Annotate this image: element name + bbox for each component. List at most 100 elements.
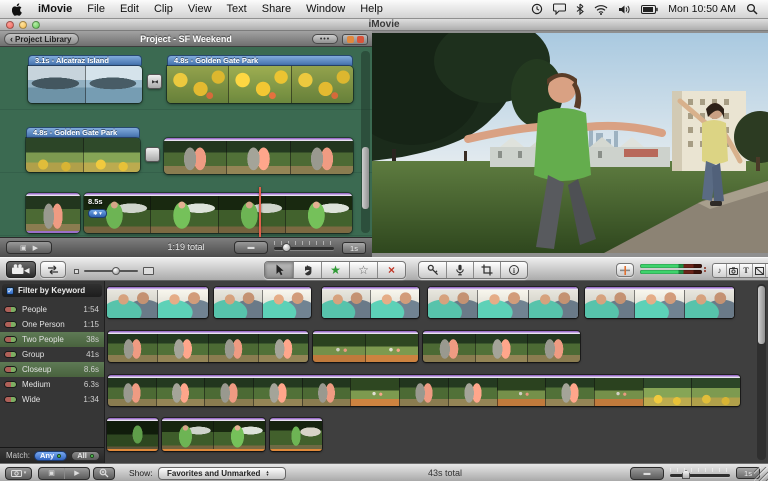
keyword-row-group[interactable]: Group41s: [0, 347, 104, 362]
menu-item-help[interactable]: Help: [360, 3, 383, 15]
reject-button[interactable]: ×: [377, 262, 405, 278]
event-clip[interactable]: [107, 418, 158, 451]
video-frame[interactable]: [372, 33, 768, 253]
event-clip[interactable]: [322, 287, 419, 318]
menu-item-file[interactable]: File: [87, 3, 105, 15]
project-scrollbar[interactable]: [361, 51, 370, 233]
match-all-button[interactable]: All: [71, 451, 100, 461]
menu-item-imovie[interactable]: iMovie: [38, 3, 72, 15]
playback-buttons[interactable]: ▣ ▶: [6, 241, 52, 254]
keyword-row-people[interactable]: People1:54: [0, 302, 104, 317]
filter-header[interactable]: ✓ Filter by Keyword: [2, 284, 102, 297]
select-tool-button[interactable]: [265, 262, 293, 278]
bluetooth-icon[interactable]: [576, 3, 584, 15]
match-any-button[interactable]: Any: [34, 451, 67, 461]
comment-marker-icon[interactable]: [347, 36, 354, 43]
voiceover-button[interactable]: [446, 262, 473, 278]
menu-item-window[interactable]: Window: [306, 3, 345, 15]
timeline-clip[interactable]: 4.8s - Golden Gate Park: [26, 127, 140, 172]
window-titlebar[interactable]: iMovie: [0, 19, 768, 31]
unmark-button[interactable]: ☆: [349, 262, 377, 278]
event-clip[interactable]: [162, 418, 265, 451]
keyword-row-closeup[interactable]: Closeup8.6s: [0, 362, 104, 377]
keyword-row-two-people[interactable]: Two People38s: [0, 332, 104, 347]
filter-checkbox[interactable]: ✓: [6, 287, 14, 295]
transition-icon[interactable]: ▶◀: [147, 74, 162, 89]
keyword-toggle[interactable]: [4, 306, 17, 313]
menu-item-text[interactable]: Text: [227, 3, 247, 15]
keyword-toggle[interactable]: [4, 381, 17, 388]
play-fullscreen-icon[interactable]: ▣: [20, 244, 27, 252]
keyword-toggle[interactable]: [4, 336, 17, 343]
timeline-clip[interactable]: [26, 193, 80, 233]
magnify-button[interactable]: [93, 467, 115, 480]
menu-item-clip[interactable]: Clip: [154, 3, 173, 15]
event-clip[interactable]: [313, 331, 418, 362]
edit-tool-button[interactable]: [293, 262, 321, 278]
menu-item-edit[interactable]: Edit: [120, 3, 139, 15]
volume-icon[interactable]: [618, 4, 631, 15]
keyword-toggle[interactable]: [4, 351, 17, 358]
keyword-row-wide[interactable]: Wide1:34: [0, 392, 104, 407]
marker-display-button[interactable]: ▬: [234, 241, 268, 254]
thumb-slider-knob[interactable]: [112, 267, 120, 275]
event-clip[interactable]: [428, 287, 578, 318]
project-zoom-slider[interactable]: [274, 247, 334, 250]
event-clip[interactable]: [585, 287, 734, 318]
thumbnail-size-slider[interactable]: [74, 267, 154, 275]
keyword-toggle[interactable]: [4, 321, 17, 328]
show-dropdown[interactable]: Favorites and Unmarked ▴▾: [158, 467, 286, 480]
event-clip[interactable]: [108, 331, 308, 362]
marker-display-button[interactable]: ▬: [630, 467, 664, 480]
ichat-icon[interactable]: [553, 3, 566, 15]
event-clip[interactable]: [270, 418, 322, 451]
spotlight-icon[interactable]: [746, 3, 758, 15]
timeline-clip[interactable]: 3.1s - Alcatraz Island: [28, 55, 142, 103]
transitions-browser-button[interactable]: [752, 264, 765, 277]
event-scrollbar-thumb[interactable]: [758, 286, 765, 344]
crop-button[interactable]: [473, 262, 500, 278]
marker-buttons[interactable]: [342, 34, 368, 45]
apple-menu[interactable]: [12, 3, 23, 16]
swap-events-projects-button[interactable]: [40, 261, 66, 278]
camera-import-button[interactable]: [6, 261, 36, 278]
timeline-clip[interactable]: 4.8s - Golden Gate Park: [167, 55, 353, 103]
project-actions-button[interactable]: •••: [312, 34, 338, 44]
keyword-button[interactable]: [419, 262, 446, 278]
chapter-marker-icon[interactable]: [357, 36, 364, 43]
play-button[interactable]: ▶: [64, 468, 89, 479]
titles-browser-button[interactable]: T: [739, 264, 752, 277]
photos-browser-button[interactable]: [726, 264, 739, 277]
thumb-slider-track[interactable]: [84, 270, 138, 272]
event-zoom-slider[interactable]: [670, 474, 730, 477]
keyword-row-one-person[interactable]: One Person1:15: [0, 317, 104, 332]
info-button[interactable]: i: [500, 262, 527, 278]
audio-skimming-button[interactable]: [616, 263, 634, 277]
wifi-icon[interactable]: [594, 4, 608, 15]
playhead[interactable]: [259, 187, 261, 237]
event-clip[interactable]: [107, 287, 208, 318]
transition-icon[interactable]: [145, 147, 160, 162]
slider-knob[interactable]: [282, 243, 291, 252]
keyword-toggle[interactable]: [4, 366, 17, 373]
menu-item-share[interactable]: Share: [262, 3, 291, 15]
project-storyboard[interactable]: 3.1s - Alcatraz Island ▶◀ 4.8s - Golden …: [0, 47, 372, 237]
event-clip[interactable]: [423, 331, 580, 362]
favorite-button[interactable]: ★: [321, 262, 349, 278]
battery-icon[interactable]: [641, 5, 658, 14]
play-fullscreen-button[interactable]: ▣: [39, 468, 64, 479]
event-scrollbar[interactable]: [757, 284, 766, 460]
menu-item-view[interactable]: View: [188, 3, 212, 15]
project-scrollbar-thumb[interactable]: [362, 147, 369, 209]
timeline-clip[interactable]: 8.5s ✱ ▾: [84, 193, 352, 233]
camera-import-small-button[interactable]: ▾: [5, 467, 32, 480]
timeline-clip[interactable]: [164, 138, 353, 174]
time-machine-icon[interactable]: [531, 3, 543, 15]
resize-grip[interactable]: [754, 467, 768, 481]
event-clip[interactable]: [108, 375, 740, 406]
event-browser[interactable]: [105, 281, 756, 463]
project-zoom-level[interactable]: 1s: [342, 242, 366, 254]
keyword-toggle[interactable]: [4, 396, 17, 403]
event-clip[interactable]: [214, 287, 311, 318]
music-browser-button[interactable]: ♪: [713, 264, 726, 277]
